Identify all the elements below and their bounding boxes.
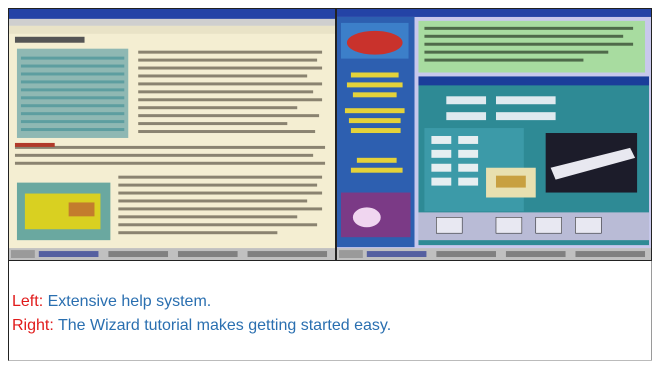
caption-cell	[8, 261, 652, 361]
right-caption-label: Right:	[12, 317, 54, 334]
right-caption-text: The Wizard tutorial makes getting starte…	[53, 317, 392, 334]
left-screenshot-cell	[8, 8, 336, 261]
help-system-screenshot	[9, 9, 335, 260]
right-screenshot-cell	[336, 8, 652, 261]
left-caption: Left: Extensive help system.	[12, 293, 211, 311]
left-caption-text: Extensive help system.	[43, 293, 212, 310]
wizard-tutorial-screenshot	[337, 9, 651, 260]
left-caption-label: Left:	[12, 293, 44, 310]
right-caption: Right: The Wizard tutorial makes getting…	[12, 317, 391, 335]
